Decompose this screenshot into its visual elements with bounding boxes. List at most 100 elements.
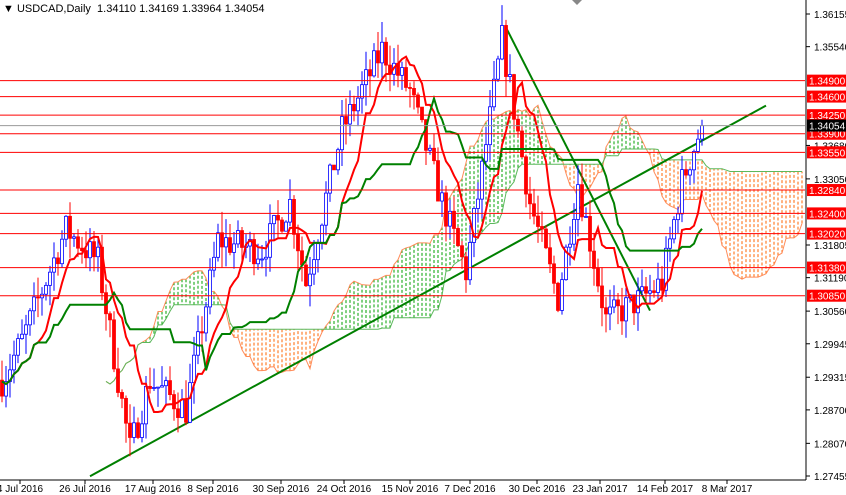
candle-body <box>44 284 48 295</box>
candle-body <box>412 88 416 96</box>
chart-shift-icon <box>572 0 582 5</box>
candle-body <box>524 156 528 195</box>
candle-body <box>404 67 408 88</box>
candle-body <box>568 243 572 248</box>
candle-body <box>16 338 20 356</box>
triangle-down-icon[interactable]: ▼ <box>3 3 14 15</box>
candle-body <box>56 257 60 265</box>
candle-body <box>184 399 188 423</box>
candle-body <box>48 271 52 286</box>
candle-body <box>112 319 116 370</box>
candle-body <box>160 385 164 388</box>
close-value: 1.34054 <box>224 3 265 15</box>
candle-body <box>680 169 684 215</box>
candle-body <box>124 397 128 424</box>
candle-body <box>616 299 620 307</box>
candle-body <box>612 299 616 308</box>
candle-body <box>692 151 696 171</box>
candle-body <box>508 74 512 77</box>
candle-body <box>200 331 204 334</box>
candle-body <box>256 258 260 265</box>
candle-body <box>372 50 376 77</box>
candle-body <box>344 116 348 125</box>
candle-body <box>356 97 360 112</box>
x-tick-label: 30 Dec 2016 <box>509 484 566 495</box>
level-label: 1.32400 <box>809 209 846 220</box>
candle-body <box>548 247 552 265</box>
candle-body <box>84 250 88 259</box>
candle-body <box>264 256 268 260</box>
candle-body <box>164 380 168 387</box>
candle-body <box>592 250 596 269</box>
candle-body <box>352 104 356 112</box>
candle-body <box>296 233 300 252</box>
candle-body <box>24 324 28 335</box>
x-tick-label: 8 Sep 2016 <box>187 484 239 495</box>
y-tick-label: 1.29315 <box>814 373 846 384</box>
candle-body <box>380 41 384 64</box>
candle-body <box>260 258 264 261</box>
candle-body <box>484 144 488 162</box>
level-label: 1.33550 <box>809 148 846 159</box>
y-tick-label: 1.28700 <box>814 406 846 417</box>
candle-body <box>364 69 368 86</box>
candle-body <box>492 78 496 108</box>
candle-body <box>660 278 664 291</box>
candle-body <box>644 286 648 294</box>
candle-body <box>624 297 628 322</box>
candle-body <box>204 306 208 334</box>
level-label: 1.31380 <box>809 264 846 275</box>
candle-body <box>620 305 624 322</box>
candle-body <box>608 306 612 315</box>
candle-body <box>284 221 288 232</box>
candle-body <box>132 422 136 438</box>
plot-area <box>0 5 803 478</box>
candle-body <box>76 236 80 249</box>
candle-body <box>672 219 676 240</box>
low-value: 1.33964 <box>181 3 222 15</box>
candle-body <box>668 238 672 249</box>
candle-body <box>172 394 176 410</box>
candle-body <box>188 382 192 423</box>
candle-body <box>556 282 560 311</box>
candle-body <box>460 245 464 258</box>
x-tick-label: 26 Jul 2016 <box>59 484 111 495</box>
candle-body <box>28 310 32 326</box>
current-price-label: 1.34054 <box>809 122 846 133</box>
candle-body <box>688 169 692 176</box>
candle-body <box>168 380 172 395</box>
candle-body <box>20 333 24 340</box>
chart-title: ▼ USDCAD,Daily 1.34110 1.34169 1.33964 1… <box>3 3 268 15</box>
y-tick-label: 1.35540 <box>814 43 846 54</box>
candle-body <box>560 279 564 311</box>
candle-body <box>312 259 316 275</box>
candle-body <box>584 216 588 218</box>
candle-body <box>480 160 484 200</box>
candle-body <box>156 386 160 389</box>
candle-body <box>176 408 180 418</box>
candle-body <box>92 241 96 258</box>
candle-body <box>532 203 536 217</box>
candle-body <box>220 232 224 248</box>
candle-body <box>676 213 680 221</box>
candle-body <box>464 256 468 281</box>
candle-body <box>292 199 296 235</box>
y-tick-label: 1.36155 <box>814 10 846 21</box>
candle-body <box>428 147 432 151</box>
candle-body <box>468 242 472 281</box>
candle-body <box>528 193 532 205</box>
x-tick-label: 14 Feb 2017 <box>637 484 694 495</box>
x-tick-label: 7 Dec 2016 <box>444 484 496 495</box>
chart-window: ▼ USDCAD,Daily 1.34110 1.34169 1.33964 1… <box>0 0 846 495</box>
candle-body <box>408 87 412 89</box>
candle-body <box>368 69 372 77</box>
candle-body <box>128 422 132 438</box>
candle-body <box>316 243 320 261</box>
candle-body <box>224 237 228 248</box>
candle-body <box>600 285 604 309</box>
candle-body <box>332 164 336 171</box>
x-tick-label: 24 Oct 2016 <box>317 484 372 495</box>
candle-body <box>652 290 656 293</box>
candle-body <box>400 67 404 76</box>
price-chart[interactable]: 1.361551.355401.336801.330501.318051.311… <box>0 0 846 495</box>
